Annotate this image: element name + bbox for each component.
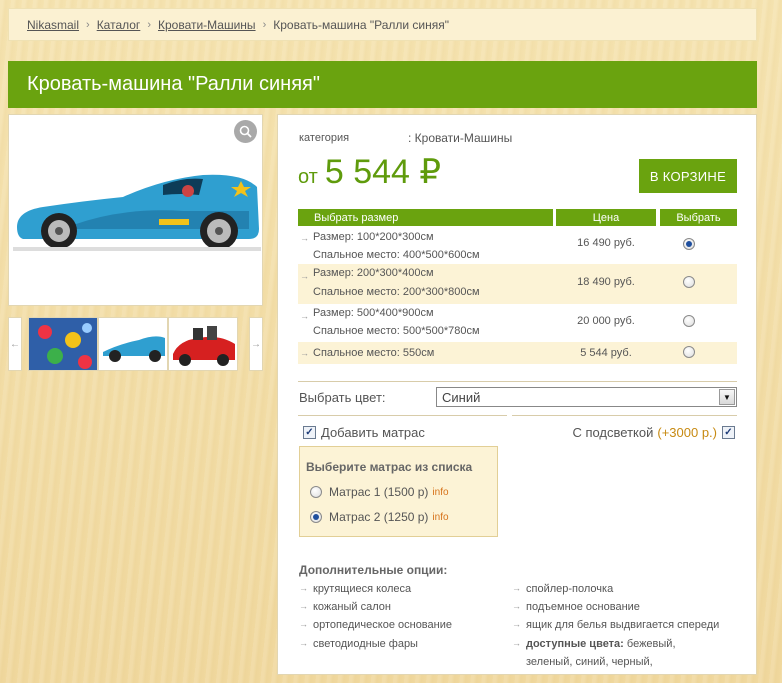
extra-option-item: → крутящиеся колеса <box>299 583 412 595</box>
thumbnail-1[interactable] <box>28 317 98 371</box>
arrow-bullet-icon: → <box>512 638 521 648</box>
backlight-row[interactable]: С подсветкой (+3000 р.) ✓ <box>572 425 735 440</box>
header-price: Цена <box>556 209 656 226</box>
size-row-3[interactable]: → Размер: 500*400*900см Спальное место: … <box>298 304 737 342</box>
mattress-radio-1[interactable] <box>310 486 322 498</box>
breadcrumb-separator: › <box>147 18 151 31</box>
arrow-bullet-icon: → <box>299 601 308 611</box>
add-mattress-checkbox[interactable]: ✓ <box>303 426 316 439</box>
arrow-bullet-icon: → <box>299 619 308 629</box>
mattress-option-2[interactable]: Матрас 2 (1250 р) info <box>310 510 449 524</box>
thumbnail-3[interactable] <box>168 317 238 371</box>
header-select: Выбрать <box>660 209 737 226</box>
add-mattress-row[interactable]: ✓ Добавить матрас <box>303 425 425 440</box>
thumbnail-2[interactable] <box>98 317 168 371</box>
breadcrumb-current: Кровать-машина "Ралли синяя" <box>273 17 450 32</box>
arrow-right-icon[interactable]: → <box>249 317 263 371</box>
breadcrumb-link-catalog[interactable]: Каталог <box>97 18 141 32</box>
breadcrumb-link-category[interactable]: Кровати-Машины <box>158 18 256 32</box>
cart-button[interactable]: В КОРЗИНЕ <box>639 159 737 193</box>
size-row-line1: Размер: 100*200*300см <box>313 231 434 243</box>
price: от 5 544 ₽ <box>298 152 441 192</box>
colors-value: бежевый, <box>626 638 676 650</box>
product-info-panel: категория : Кровати-Машины от 5 544 ₽ В … <box>277 114 757 675</box>
extra-option-item: → кожаный салон <box>299 601 391 613</box>
mattress-info-link[interactable]: info <box>432 512 448 523</box>
extra-option-item: → ящик для белья выдвигается спереди <box>512 619 720 631</box>
divider <box>512 415 737 416</box>
backlight-extra-price: (+3000 р.) <box>657 425 717 440</box>
category-value: : Кровати-Машины <box>408 131 513 145</box>
size-radio-4[interactable] <box>683 346 695 358</box>
breadcrumb-link-home[interactable]: Nikasmail <box>27 18 79 32</box>
size-row-price: 16 490 руб. <box>577 237 635 249</box>
arrow-bullet-icon: → <box>299 638 308 648</box>
chevron-down-icon[interactable]: ▼ <box>719 389 735 405</box>
extra-option-item: → спойлер-полочка <box>512 583 614 595</box>
divider <box>298 415 507 416</box>
page-title: Кровать-машина "Ралли синяя" <box>8 61 757 108</box>
color-label: Выбрать цвет: <box>299 390 386 405</box>
mattress-option-label: Матрас 2 (1250 р) <box>329 510 429 524</box>
magnifier-icon[interactable] <box>234 120 257 143</box>
size-radio-2[interactable] <box>683 276 695 288</box>
size-radio-1[interactable] <box>683 238 695 250</box>
mattress-option-1[interactable]: Матрас 1 (1500 р) info <box>310 485 449 499</box>
header-size: Выбрать размер <box>298 209 553 226</box>
backlight-checkbox[interactable]: ✓ <box>722 426 735 439</box>
size-table-header: Выбрать размер Цена Выбрать <box>298 209 737 226</box>
arrow-bullet-icon: → <box>300 233 309 243</box>
extra-option-item: → ортопедическое основание <box>299 619 452 631</box>
arrow-bullet-icon: → <box>512 583 521 593</box>
arrow-left-icon[interactable]: ← <box>8 317 22 371</box>
extra-option-item: → подъемное основание <box>512 601 640 613</box>
arrow-bullet-icon: → <box>512 601 521 611</box>
size-row-price: 20 000 руб. <box>577 315 635 327</box>
arrow-bullet-icon: → <box>300 348 309 358</box>
size-table: Выбрать размер Цена Выбрать → Размер: 10… <box>298 209 737 364</box>
car-bed-image <box>13 174 261 251</box>
size-radio-3[interactable] <box>683 315 695 327</box>
color-select[interactable]: Синий ▼ <box>436 387 737 407</box>
arrow-bullet-icon: → <box>512 619 521 629</box>
mattress-option-label: Матрас 1 (1500 р) <box>329 485 429 499</box>
size-row-4[interactable]: → Спальное место: 550см 5 544 руб. <box>298 342 737 364</box>
size-row-1[interactable]: → Размер: 100*200*300см Спальное место: … <box>298 226 737 264</box>
mattress-box-title: Выберите матрас из списка <box>306 460 473 474</box>
breadcrumb-separator: › <box>86 18 90 31</box>
extra-option-item: → светодиодные фары <box>299 638 418 650</box>
size-row-line1: Размер: 500*400*900см <box>313 307 434 319</box>
product-main-image[interactable] <box>8 114 263 306</box>
size-row-2[interactable]: → Размер: 200*300*400см Спальное место: … <box>298 264 737 304</box>
colors-label: доступные цвета: <box>526 638 624 650</box>
size-row-line2: Спальное место: 500*500*780см <box>313 325 480 337</box>
size-row-line2: Спальное место: 400*500*600см <box>313 249 480 261</box>
backlight-label: С подсветкой <box>572 425 654 440</box>
mattress-radio-2[interactable] <box>310 511 322 523</box>
size-row-price: 18 490 руб. <box>577 276 635 288</box>
size-row-price: 5 544 руб. <box>580 347 632 359</box>
breadcrumb-separator: › <box>262 18 267 31</box>
category-label: категория <box>299 132 350 144</box>
mattress-select-box: Выберите матрас из списка Матрас 1 (1500… <box>299 446 498 537</box>
size-row-line2: Спальное место: 200*300*800см <box>313 286 480 298</box>
arrow-bullet-icon: → <box>299 583 308 593</box>
breadcrumb: Nikasmail › Каталог › Кровати-Машины › К… <box>8 8 757 41</box>
mattress-info-link[interactable]: info <box>432 487 448 498</box>
size-row-line1: Размер: 200*300*400см <box>313 267 434 279</box>
color-select-value: Синий <box>442 389 481 405</box>
size-row-line1: Спальное место: 550см <box>313 347 435 359</box>
extra-options-title: Дополнительные опции: <box>299 563 448 577</box>
divider <box>298 381 737 382</box>
price-value: 5 544 ₽ <box>324 153 442 191</box>
extra-option-colors: → доступные цвета: бежевый, <box>512 638 676 650</box>
arrow-bullet-icon: → <box>300 311 309 321</box>
add-mattress-label: Добавить матрас <box>321 425 425 440</box>
price-prefix: от <box>298 166 318 188</box>
arrow-bullet-icon: → <box>300 271 309 281</box>
colors-value-line2: зеленый, синий, черный, <box>526 656 653 668</box>
